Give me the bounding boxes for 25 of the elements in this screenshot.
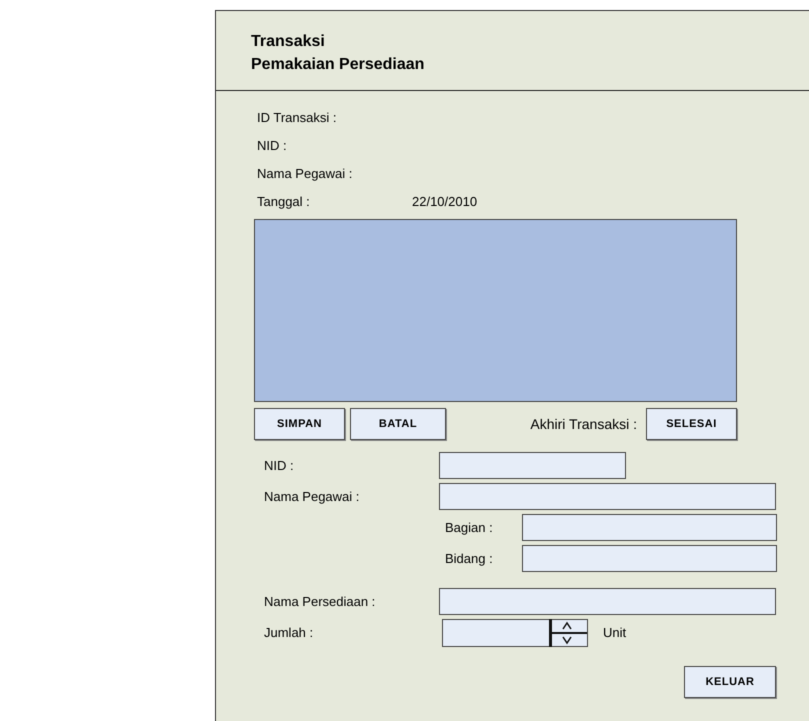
- field-label: Nama Pegawai :: [264, 489, 360, 504]
- action-button[interactable]: SIMPAN: [254, 408, 345, 440]
- field-label: Jumlah :: [264, 625, 314, 640]
- info-label: Nama Pegawai :: [257, 166, 354, 180]
- info-value: 22/10/2010: [412, 194, 478, 208]
- exit-button[interactable]: KELUAR: [684, 666, 776, 698]
- finish-label: Akhiri Transaksi :: [530, 416, 637, 432]
- info-label: Tanggal :: [257, 194, 311, 208]
- unit-label: Unit: [603, 625, 626, 640]
- field-label: NID :: [264, 458, 295, 473]
- number-spinner[interactable]: [442, 618, 588, 646]
- finish-button[interactable]: SELESAI: [646, 408, 737, 440]
- input-field[interactable]: [522, 514, 777, 541]
- field-label: Bidang :: [445, 551, 494, 566]
- window-title: Pemakaian Persediaan: [251, 55, 426, 75]
- info-label: NID :: [257, 138, 288, 152]
- input-field[interactable]: [439, 588, 776, 615]
- info-label: ID Transaksi :: [257, 110, 338, 124]
- field-label: Nama Persediaan :: [264, 594, 376, 609]
- field-label: Bagian :: [445, 520, 494, 535]
- input-field[interactable]: [522, 545, 777, 572]
- action-button[interactable]: BATAL: [350, 408, 446, 440]
- window-title: Transaksi: [251, 32, 326, 52]
- input-field[interactable]: [439, 483, 776, 510]
- input-field[interactable]: [439, 452, 626, 479]
